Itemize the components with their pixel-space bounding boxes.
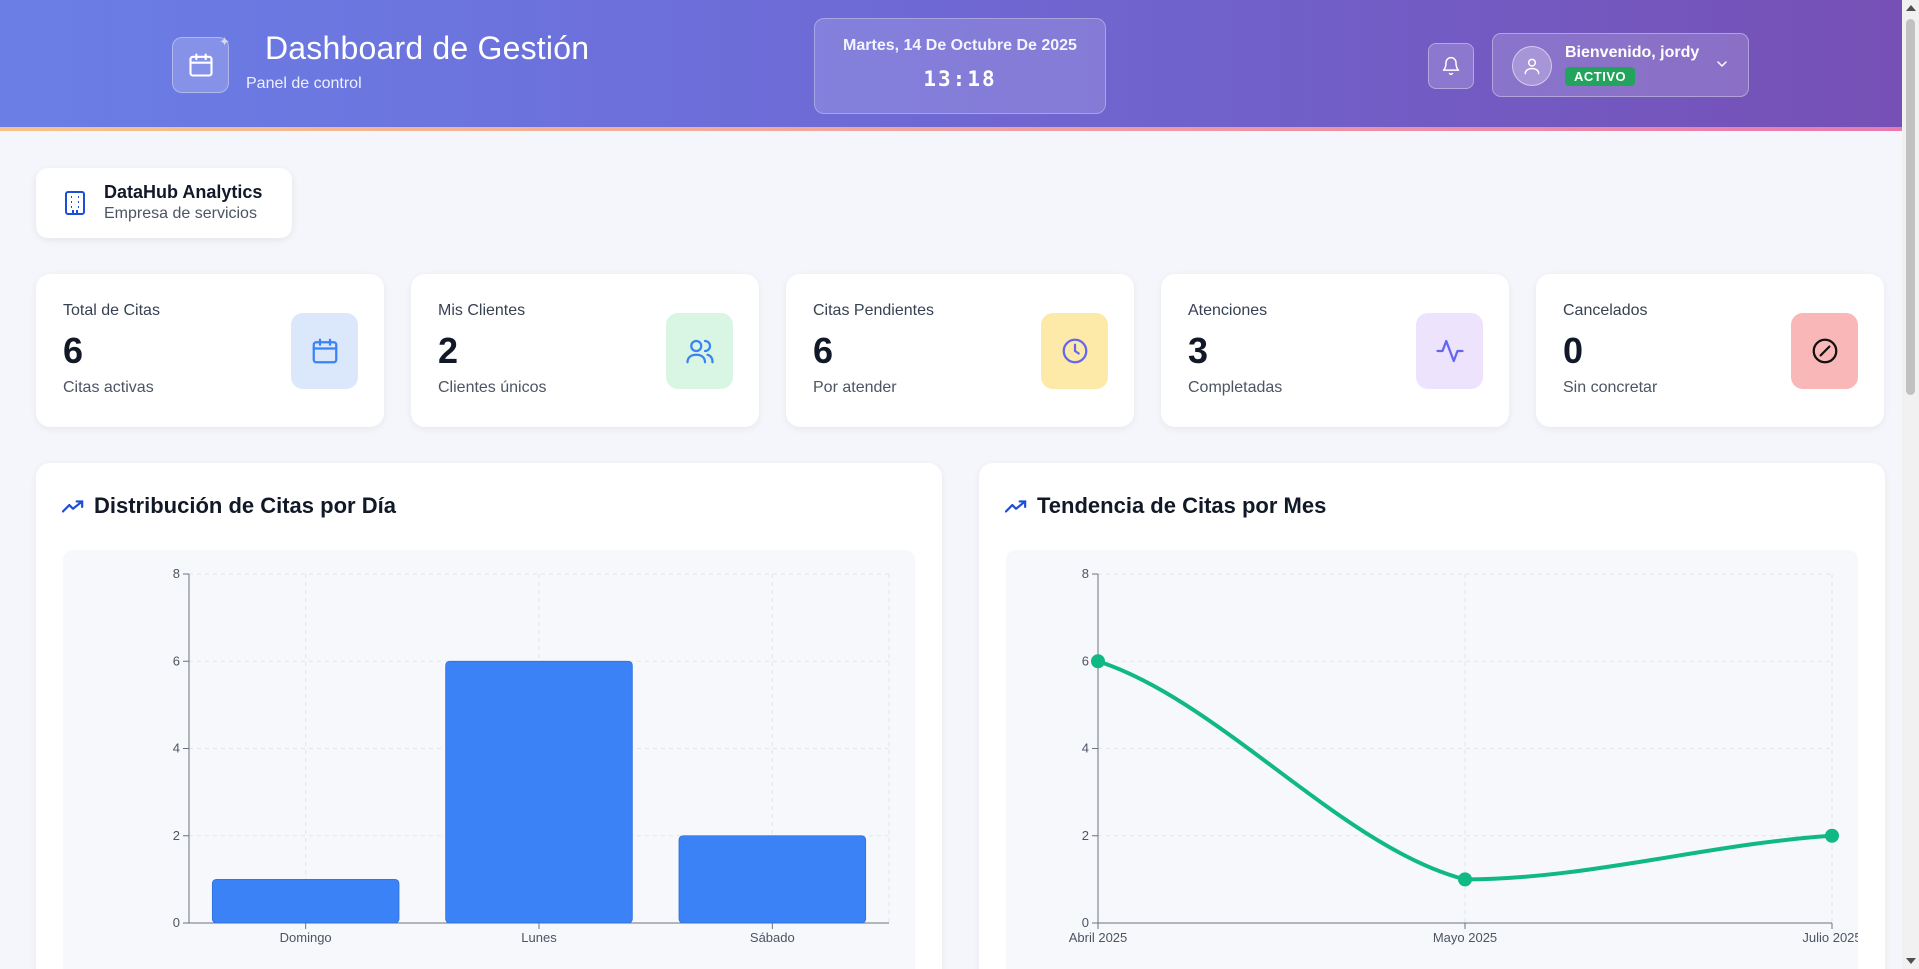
scrollbar-thumb[interactable] [1906, 19, 1915, 395]
y-tick-label: 0 [1082, 915, 1089, 930]
data-point [1458, 872, 1472, 887]
current-time: 13:18 [923, 67, 997, 91]
y-tick-label: 2 [1082, 828, 1089, 843]
line-chart-card: Tendencia de Citas por Mes 0 2 4 6 8 Abril 20… [979, 463, 1885, 969]
page-subtitle: Panel de control [246, 75, 362, 92]
chevron-down-icon [1717, 61, 1727, 67]
current-date: Martes, 14 De Octubre De 2025 [843, 37, 1077, 54]
x-tick-label: Julio 2025 [1802, 930, 1858, 945]
sparkle-icon: ✦ [219, 34, 230, 49]
notifications-button[interactable] [1428, 43, 1474, 89]
y-tick-label: 6 [1082, 653, 1089, 668]
user-menu-button[interactable]: Bienvenido, jordy ACTIVO [1492, 33, 1749, 97]
stat-card-mis-clientes: Mis Clientes 2 Clientes únicos [411, 274, 759, 427]
welcome-text: Bienvenido, jordy [1565, 44, 1700, 61]
stat-description: Por atender [813, 379, 897, 396]
app-logo: ✦ [172, 34, 230, 93]
stat-value: 6 [813, 330, 834, 371]
calendar-icon [312, 338, 337, 364]
stat-icon-box [1041, 313, 1108, 389]
stat-value: 0 [1563, 330, 1584, 371]
stat-description: Clientes únicos [438, 379, 547, 396]
trending-up-icon [62, 500, 84, 513]
bar-chart-title: Distribución de Citas por Día [94, 493, 396, 518]
y-tick-label: 2 [173, 828, 180, 843]
bar-chart-card: Distribución de Citas por Día 0 2 4 6 8 Domin… [36, 463, 942, 969]
bar-chart: 0 2 4 6 8 Domingo Lunes Sábado [173, 566, 890, 945]
stat-card-citas-pendientes: Citas Pendientes 6 Por atender [786, 274, 1134, 427]
y-tick-label: 4 [173, 741, 180, 756]
trending-up-icon [1005, 500, 1027, 513]
x-tick-label: Domingo [280, 930, 332, 945]
bar [445, 660, 633, 924]
stat-card-cancelados: Cancelados 0 Sin concretar [1536, 274, 1884, 427]
stat-label: Cancelados [1563, 302, 1648, 319]
x-tick-label: Lunes [521, 930, 557, 945]
bar [678, 835, 867, 924]
stat-label: Citas Pendientes [813, 302, 934, 319]
stat-icon-box [1791, 313, 1858, 389]
status-badge: ACTIVO [1565, 67, 1636, 86]
scroll-down-arrow[interactable] [1906, 958, 1916, 964]
stat-card-atenciones: Atenciones 3 Completadas [1161, 274, 1509, 427]
clock-icon [1062, 338, 1087, 364]
stat-value: 3 [1188, 330, 1209, 371]
company-name: DataHub Analytics [104, 182, 263, 202]
vertical-scrollbar[interactable] [1902, 0, 1919, 969]
stat-label: Mis Clientes [438, 302, 526, 319]
company-card: DataHub Analytics Empresa de servicios [36, 168, 292, 238]
stat-card-total-citas: Total de Citas 6 Citas activas [36, 274, 384, 427]
y-tick-label: 6 [173, 653, 180, 668]
stat-description: Sin concretar [1563, 379, 1658, 396]
company-type: Empresa de servicios [104, 205, 257, 222]
stat-icon-box [291, 313, 358, 389]
avatar [1512, 46, 1552, 86]
y-tick-label: 8 [173, 566, 180, 581]
y-tick-label: 8 [1082, 566, 1089, 581]
ban-icon [1812, 338, 1837, 364]
data-point [1825, 828, 1839, 843]
data-point [1091, 654, 1105, 669]
page-title: Dashboard de Gestión [265, 30, 590, 66]
y-tick-label: 4 [1082, 741, 1089, 756]
x-tick-label: Abril 2025 [1069, 930, 1128, 945]
building-icon [65, 191, 85, 215]
date-time-panel: Martes, 14 De Octubre De 2025 13:18 [814, 18, 1106, 114]
stat-value: 6 [63, 330, 84, 371]
bar [211, 878, 400, 924]
stat-icon-box [666, 313, 733, 389]
bell-icon [1442, 56, 1460, 76]
stat-icon-box [1416, 313, 1483, 389]
activity-icon [1435, 339, 1464, 363]
user-icon [1524, 58, 1540, 75]
top-header: ✦ Dashboard de Gestión Panel de control … [0, 0, 1902, 131]
line-chart-title: Tendencia de Citas por Mes [1037, 493, 1327, 518]
scroll-up-arrow[interactable] [1906, 5, 1916, 11]
stat-description: Citas activas [63, 379, 154, 396]
stat-label: Total de Citas [63, 302, 160, 319]
calendar-icon [188, 53, 213, 77]
stat-description: Completadas [1188, 379, 1283, 396]
users-icon [685, 339, 714, 364]
y-tick-label: 0 [173, 915, 180, 930]
stat-value: 2 [438, 330, 459, 371]
stat-label: Atenciones [1188, 302, 1268, 319]
x-tick-label: Sábado [750, 930, 795, 945]
line-chart: 0 2 4 6 8 Abril 2025 Mayo 2025 Julio 2025 [1069, 566, 1858, 945]
x-tick-label: Mayo 2025 [1433, 930, 1497, 945]
